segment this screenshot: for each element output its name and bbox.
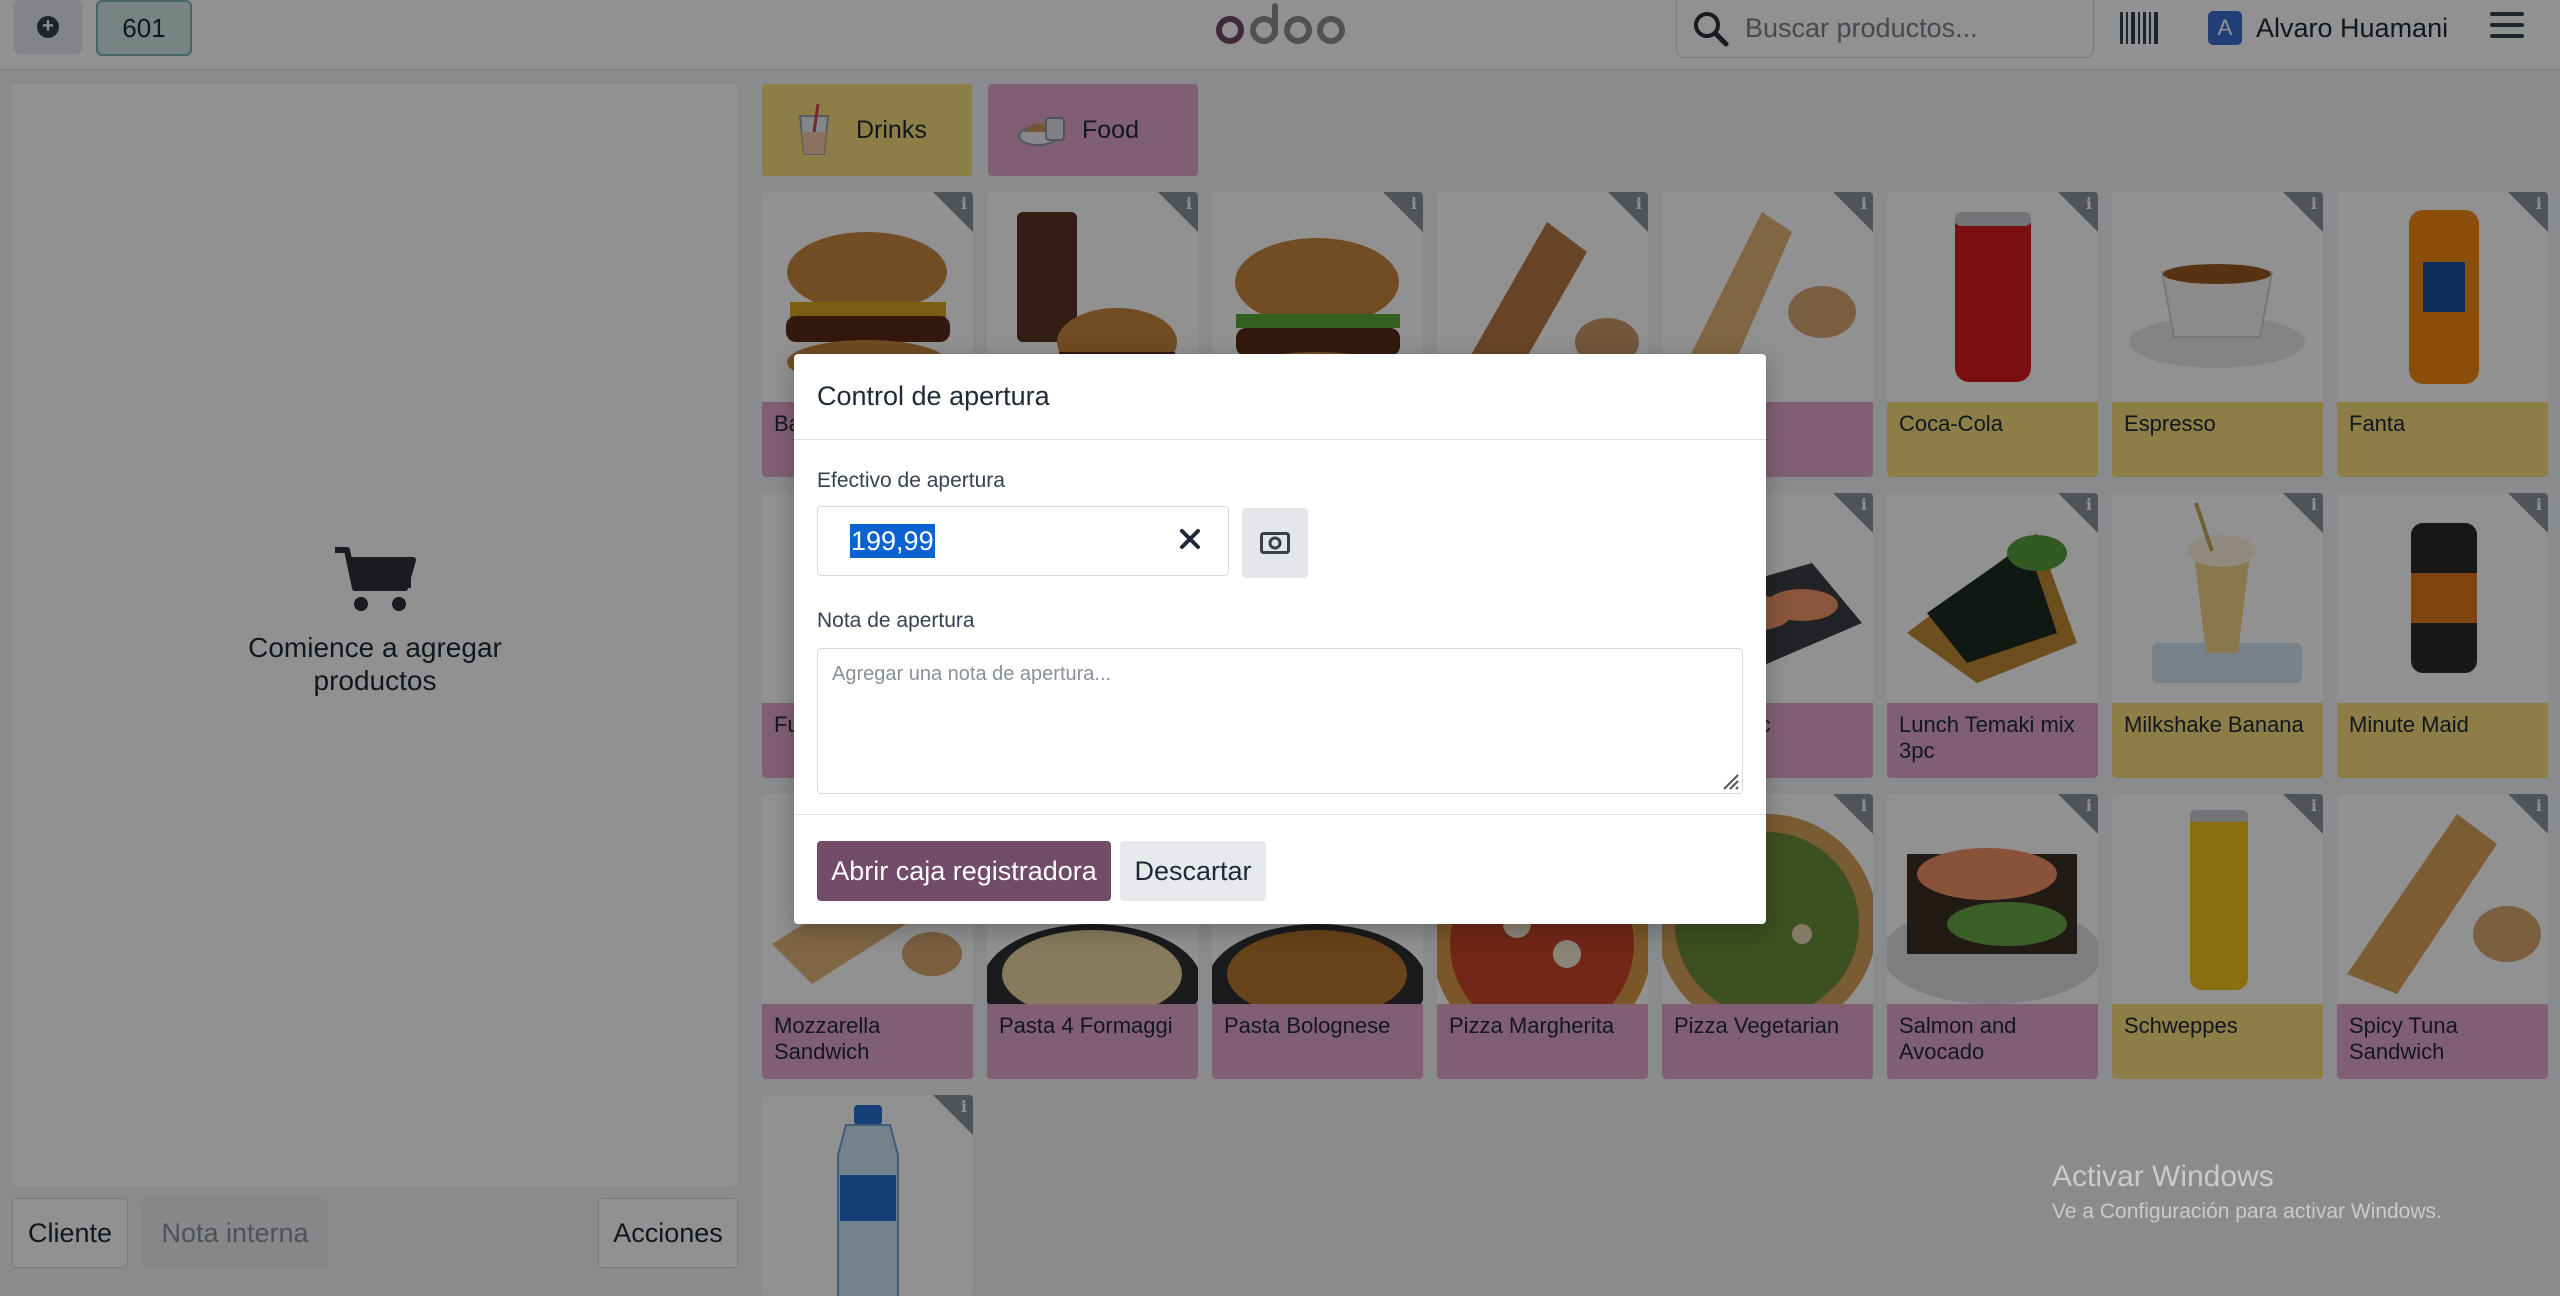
opening-note-placeholder: Agregar una nota de apertura... xyxy=(832,663,1112,685)
opening-control-dialog: Control de apertura Efectivo de apertura… xyxy=(794,354,1766,924)
resize-grip-icon[interactable] xyxy=(1718,769,1740,791)
cash-details-button[interactable] xyxy=(1242,508,1308,578)
opening-cash-label: Efectivo de apertura xyxy=(817,469,1005,492)
dialog-title: Control de apertura xyxy=(794,354,1766,440)
opening-cash-value[interactable]: 199,99 xyxy=(850,524,935,558)
discard-button[interactable]: Descartar xyxy=(1120,841,1266,901)
money-bill-icon xyxy=(1260,532,1290,554)
open-register-button[interactable]: Abrir caja registradora xyxy=(817,841,1111,901)
windows-activation-watermark: Activar Windows Ve a Configuración para … xyxy=(2052,1160,2442,1224)
watermark-title: Activar Windows xyxy=(2052,1160,2274,1193)
dialog-footer: Abrir caja registradora Descartar xyxy=(794,814,1766,924)
opening-note-textarea[interactable]: Agregar una nota de apertura... xyxy=(817,648,1743,794)
watermark-subtitle: Ve a Configuración para activar Windows. xyxy=(2052,1200,2442,1223)
opening-note-label: Nota de apertura xyxy=(817,609,975,632)
clear-icon[interactable] xyxy=(1178,527,1202,551)
opening-cash-input[interactable]: 199,99 xyxy=(817,506,1229,576)
